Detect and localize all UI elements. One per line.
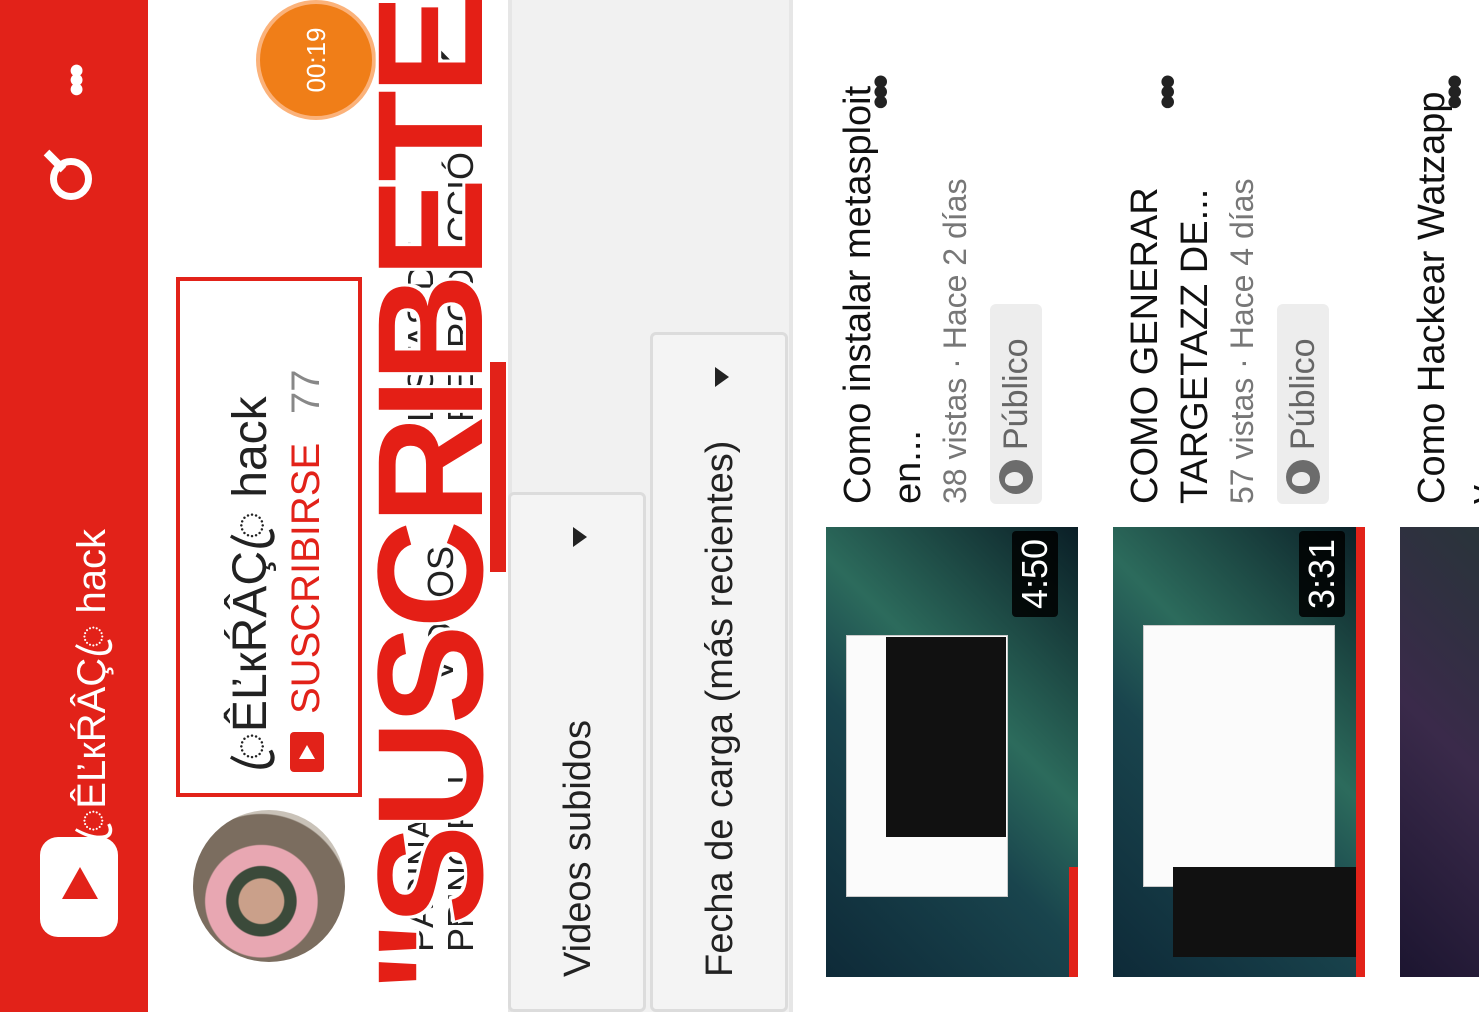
- subscribe-overlay-text: "SUSCRIBETE": [346, 0, 514, 992]
- screen: ꦿÊĽкŔÂÇꦿ hack ••• ꦿÊĽкŔÂÇꦿ hack SUSCRIBI…: [0, 0, 1479, 1012]
- watch-progress-bar: [1356, 527, 1365, 977]
- subscriber-count: 77: [284, 369, 328, 415]
- subscribe-button[interactable]: SUSCRIBIRSE: [284, 443, 329, 714]
- video-thumbnail[interactable]: 3:31: [1113, 527, 1365, 977]
- dropdown-arrow-icon: [715, 367, 729, 387]
- video-meta: 57 vistas · Hace 4 días: [1224, 178, 1260, 504]
- video-item[interactable]: 3:31 COMO GENERAR TARGETAZZ DE... 57 vis…: [1110, 0, 1385, 1012]
- visibility-badge: Público: [1277, 304, 1329, 504]
- video-type-label: Videos subidos: [557, 719, 599, 977]
- video-thumbnail[interactable]: [1400, 527, 1479, 977]
- thumbnail-panel: [1143, 625, 1335, 887]
- search-icon[interactable]: [50, 158, 92, 200]
- video-info: Como instalar metasploit en... 38 vistas…: [833, 44, 1042, 504]
- video-more-icon[interactable]: •••: [1141, 80, 1193, 110]
- watch-progress-bar: [1069, 867, 1078, 977]
- globe-icon: [1286, 460, 1320, 494]
- sort-dropdown[interactable]: Fecha de carga (más recientes): [650, 332, 788, 1012]
- subscribe-play-icon[interactable]: [290, 732, 324, 772]
- dropdown-arrow-icon: [573, 527, 587, 547]
- more-options-icon[interactable]: •••: [52, 69, 101, 97]
- app-title: ꦿÊĽкŔÂÇꦿ hack: [70, 528, 114, 842]
- visibility-badge: Público: [990, 304, 1042, 504]
- video-title[interactable]: Como instalar metasploit en...: [833, 64, 933, 504]
- video-info: Como Hackear Watzapp y...: [1407, 44, 1479, 504]
- youtube-logo-icon[interactable]: [40, 837, 118, 937]
- video-type-dropdown[interactable]: Videos subidos: [508, 492, 646, 1012]
- app-canvas: ꦿÊĽкŔÂÇꦿ hack ••• ꦿÊĽкŔÂÇꦿ hack SUSCRIBI…: [0, 0, 1479, 1012]
- video-thumbnail[interactable]: 4:50: [826, 527, 1078, 977]
- video-item[interactable]: Como Hackear Watzapp y... •••: [1397, 0, 1479, 1012]
- video-more-icon[interactable]: •••: [1428, 80, 1479, 110]
- globe-icon: [999, 460, 1033, 494]
- video-title[interactable]: COMO GENERAR TARGETAZZ DE...: [1120, 64, 1220, 504]
- thumbnail-terminal: [1173, 867, 1363, 957]
- visibility-label: Público: [996, 338, 1035, 450]
- sort-label: Fecha de carga (más recientes): [699, 440, 741, 977]
- channel-avatar[interactable]: [193, 810, 345, 962]
- video-duration: 4:50: [1012, 530, 1058, 617]
- video-duration: 3:31: [1299, 530, 1345, 617]
- video-title[interactable]: Como Hackear Watzapp y...: [1407, 64, 1479, 504]
- video-meta: 38 vistas · Hace 2 días: [937, 178, 973, 504]
- thumbnail-terminal: [886, 637, 1006, 837]
- video-item[interactable]: 4:50 Como instalar metasploit en... 38 v…: [823, 0, 1098, 1012]
- visibility-label: Público: [1283, 338, 1322, 450]
- video-more-icon[interactable]: •••: [854, 80, 906, 110]
- video-info: COMO GENERAR TARGETAZZ DE... 57 vistas ·…: [1120, 44, 1329, 504]
